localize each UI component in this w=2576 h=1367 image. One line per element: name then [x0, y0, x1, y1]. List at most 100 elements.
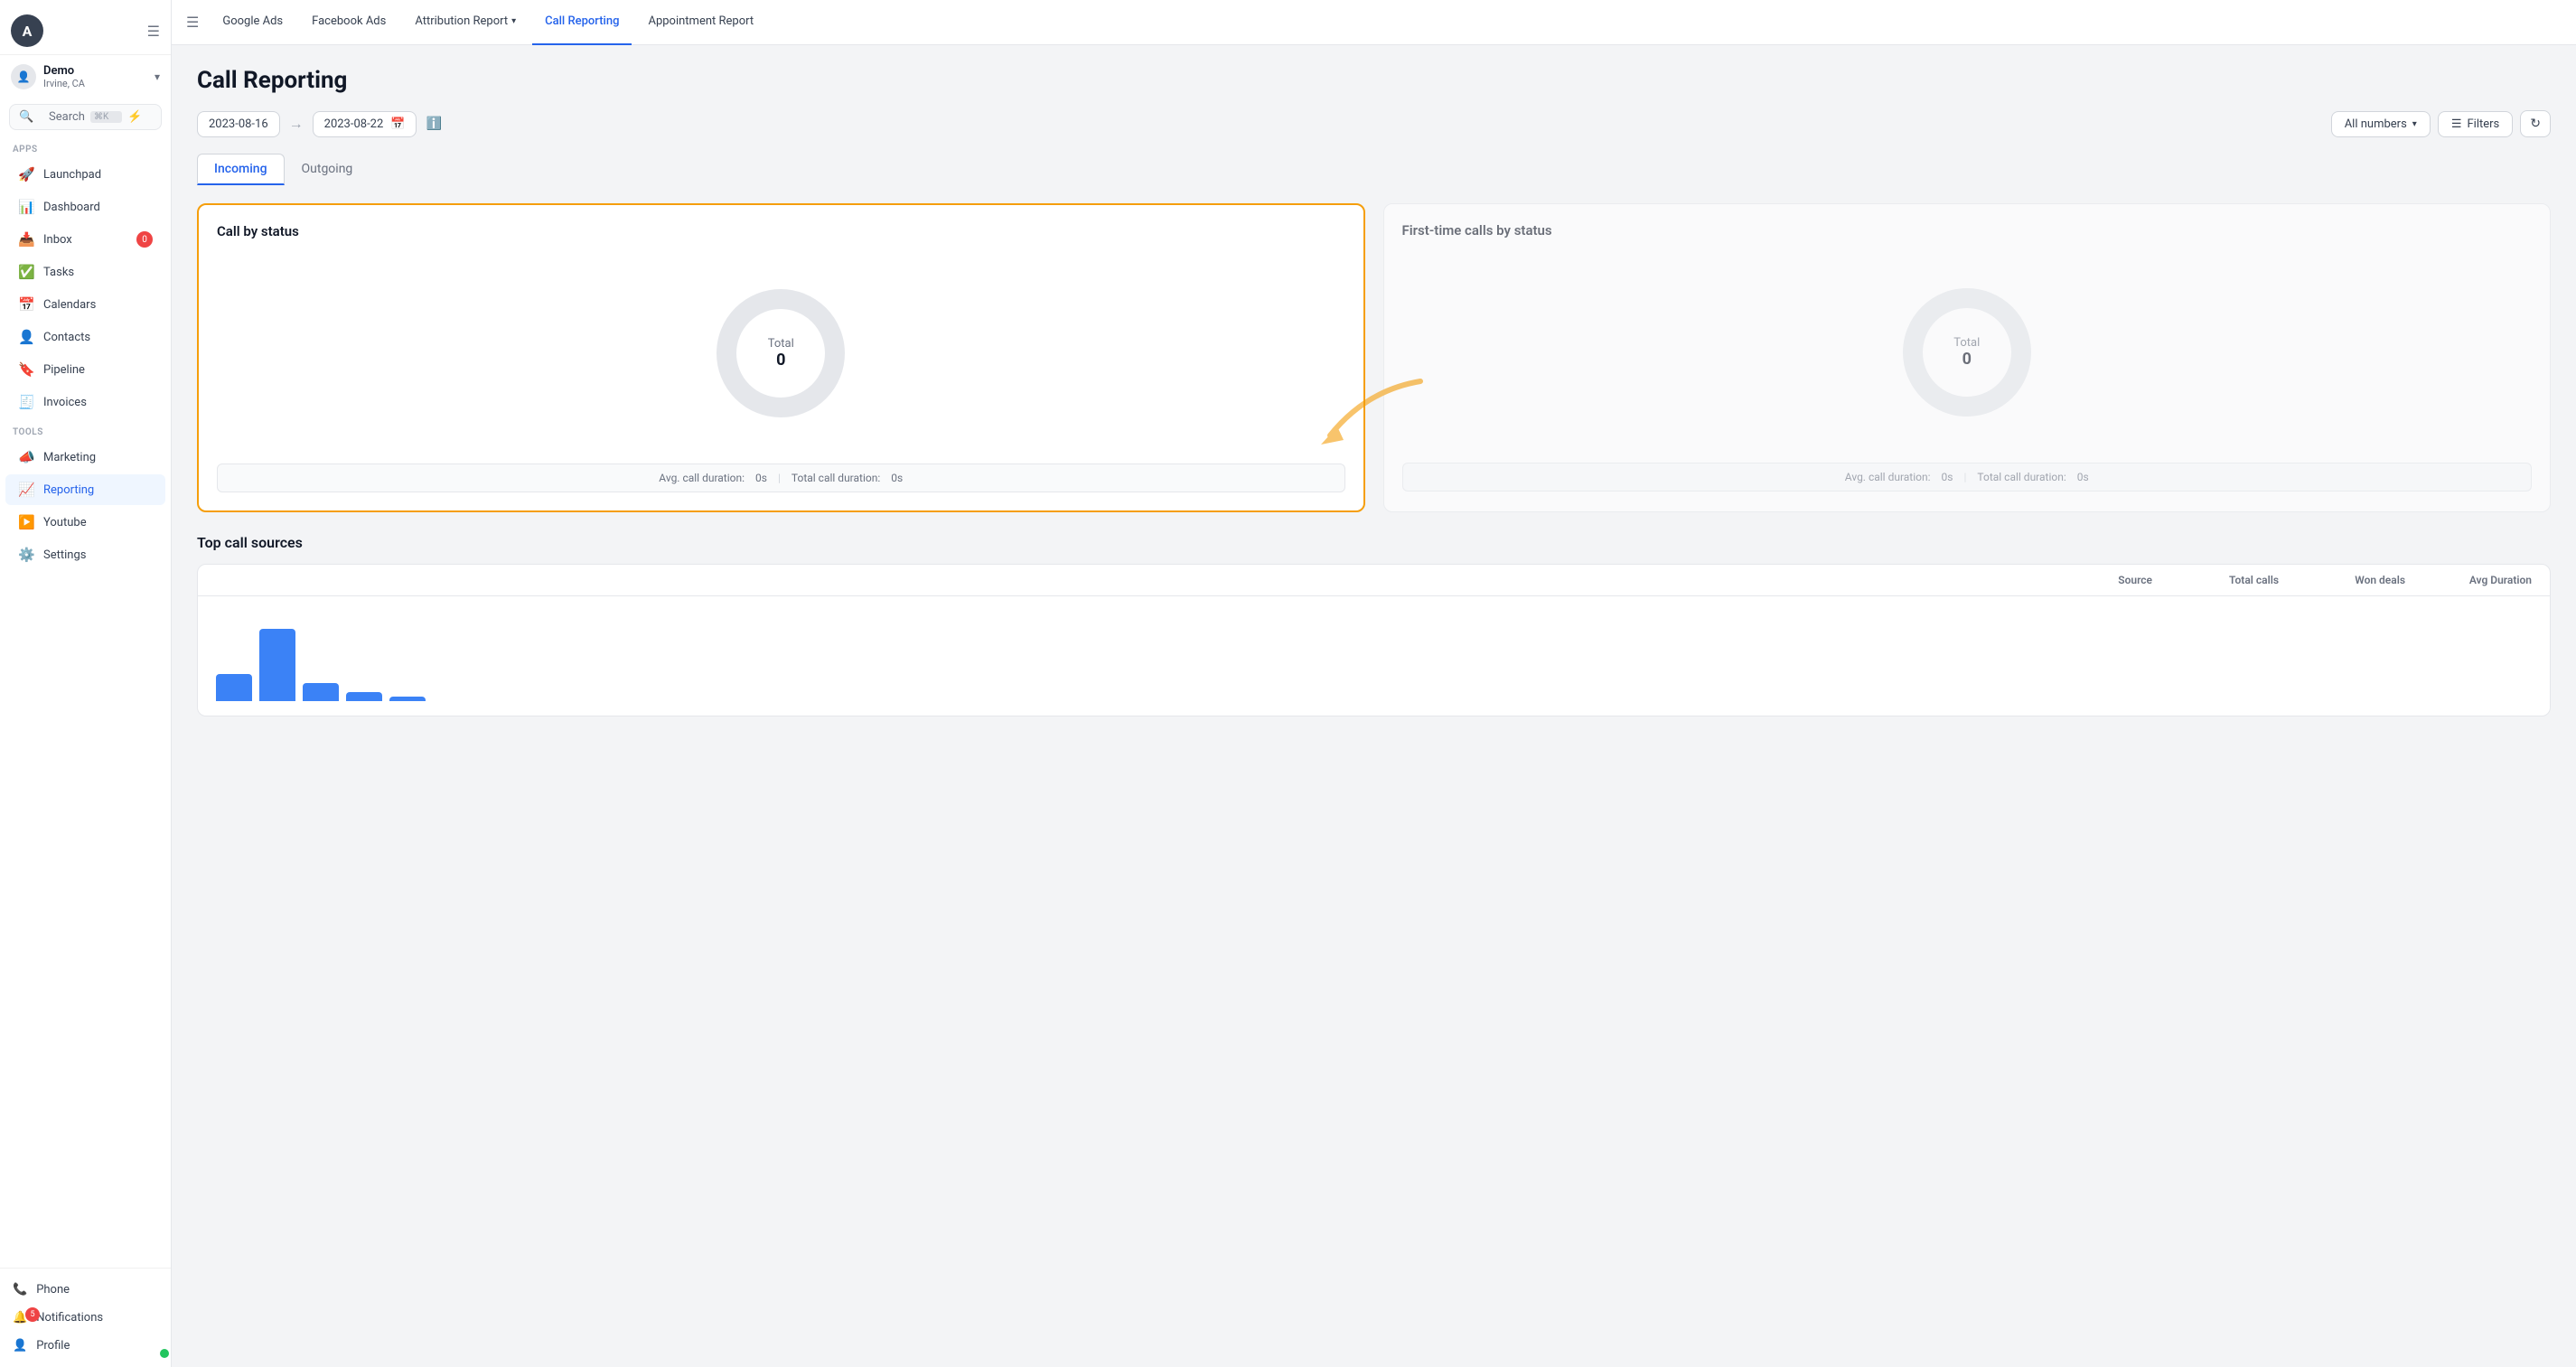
total-value: 0 [768, 351, 794, 370]
sidebar-item-label: Dashboard [43, 201, 100, 214]
topnav-appointment-report[interactable]: Appointment Report [635, 0, 766, 45]
call-by-status-title: Call by status [217, 223, 1345, 239]
sidebar-item-launchpad[interactable]: 🚀 Launchpad [5, 159, 165, 190]
topnav-call-reporting[interactable]: Call Reporting [532, 0, 632, 45]
donut-chart: Total 0 [708, 281, 853, 426]
tools-section-label: Tools [0, 418, 171, 441]
avg-duration-value: 0s [755, 472, 767, 484]
toolbar: 2023-08-16 → 2023-08-22 📅 ℹ️ All numbers… [197, 110, 2551, 137]
col-won-deals: Total calls [2152, 574, 2279, 586]
all-numbers-button[interactable]: All numbers ▾ [2331, 111, 2431, 137]
search-icon: 🔍 [19, 110, 43, 124]
call-by-status-card: Call by status Total 0 Avg. call duratio… [197, 203, 1365, 512]
sidebar-item-label: Contacts [43, 331, 90, 344]
sidebar-item-label: Launchpad [43, 168, 101, 182]
date-end-picker[interactable]: 2023-08-22 📅 [313, 111, 417, 137]
info-icon[interactable]: ℹ️ [426, 117, 441, 131]
phone-icon: 📞 [13, 1283, 27, 1297]
sidebar-item-invoices[interactable]: 🧾 Invoices [5, 387, 165, 417]
date-start-picker[interactable]: 2023-08-16 [197, 111, 280, 137]
chevron-down-icon: ▾ [511, 16, 516, 26]
footer-divider: | [1963, 471, 1966, 483]
online-indicator [160, 1349, 169, 1358]
sidebar-bottom-label: Notifications [36, 1311, 103, 1325]
topnav-attribution-report[interactable]: Attribution Report ▾ [402, 0, 529, 45]
pipeline-icon: 🔖 [18, 361, 34, 378]
calendars-icon: 📅 [18, 296, 34, 313]
sidebar-item-pipeline[interactable]: 🔖 Pipeline [5, 354, 165, 385]
hamburger-icon[interactable]: ☰ [186, 14, 199, 31]
sidebar-item-calendars[interactable]: 📅 Calendars [5, 289, 165, 320]
tab-incoming[interactable]: Incoming [197, 154, 285, 185]
donut-label: Total 0 [768, 337, 794, 370]
top-call-sources-title: Top call sources [197, 534, 2551, 551]
inbox-badge: 0 [136, 231, 153, 248]
account-name: Demo [43, 64, 85, 78]
col-total-calls: Source [2026, 574, 2152, 586]
account-info: Demo Irvine, CA [43, 64, 85, 89]
account-location: Irvine, CA [43, 78, 85, 89]
sidebar-bottom: 📞 Phone 🔔 5 Notifications 👤 Profile [0, 1268, 171, 1367]
youtube-icon: ▶️ [18, 514, 34, 530]
sidebar-item-notifications[interactable]: 🔔 5 Notifications [0, 1304, 171, 1332]
first-time-donut-chart: Total 0 [1895, 280, 2039, 425]
tab-outgoing[interactable]: Outgoing [285, 154, 370, 185]
sidebar-item-inbox[interactable]: 📥 Inbox 0 [5, 224, 165, 255]
dashboard-icon: 📊 [18, 199, 34, 215]
total-text: Total [768, 337, 794, 351]
sources-table-header: Source Total calls Won deals Avg Duratio… [198, 565, 2550, 596]
page-title: Call Reporting [197, 67, 2551, 94]
sidebar-item-tasks[interactable]: ✅ Tasks [5, 257, 165, 287]
sidebar-item-label: Tasks [43, 266, 74, 279]
sidebar-toggle-icon[interactable]: ☰ [147, 23, 160, 40]
sidebar-item-label: Marketing [43, 451, 96, 464]
donut-chart-wrapper: Total 0 [217, 254, 1345, 453]
lightning-icon: ⚡ [127, 110, 152, 124]
first-time-donut-label: Total 0 [1953, 336, 1980, 369]
sidebar-item-profile[interactable]: 👤 Profile [0, 1332, 171, 1360]
first-time-avg-duration-value: 0s [1942, 471, 1953, 483]
sidebar-item-youtube[interactable]: ▶️ Youtube [5, 507, 165, 538]
sidebar-item-label: Inbox [43, 233, 72, 247]
launchpad-icon: 🚀 [18, 166, 34, 183]
sidebar-item-label: Invoices [43, 396, 87, 409]
sidebar-account[interactable]: 👤 Demo Irvine, CA ▾ [0, 55, 171, 98]
sidebar-item-settings[interactable]: ⚙️ Settings [5, 539, 165, 570]
first-time-avg-duration-label: Avg. call duration: [1845, 471, 1931, 483]
top-navigation: ☰ Google Ads Facebook Ads Attribution Re… [172, 0, 2576, 45]
search-shortcut: ⌘K [90, 111, 122, 123]
sidebar-search[interactable]: 🔍 Search ⌘K ⚡ [9, 104, 162, 130]
bar-3 [303, 683, 339, 701]
sources-card: Source Total calls Won deals Avg Duratio… [197, 564, 2551, 716]
col-extra: Avg Duration [2405, 574, 2532, 586]
sidebar-item-marketing[interactable]: 📣 Marketing [5, 442, 165, 473]
toolbar-right: All numbers ▾ ☰ Filters ↻ [2331, 110, 2551, 137]
sidebar-item-reporting[interactable]: 📈 Reporting [5, 474, 165, 505]
total-duration-value: 0s [891, 472, 903, 484]
sidebar-item-label: Youtube [43, 516, 87, 529]
invoices-icon: 🧾 [18, 394, 34, 410]
filters-label: Filters [2467, 117, 2499, 131]
sidebar-item-contacts[interactable]: 👤 Contacts [5, 322, 165, 352]
profile-icon: 👤 [13, 1339, 27, 1353]
notifications-badge: 5 [25, 1307, 40, 1322]
sidebar-item-label: Pipeline [43, 363, 85, 377]
sidebar: A ☰ 👤 Demo Irvine, CA ▾ 🔍 Search ⌘K ⚡ Ap… [0, 0, 172, 1367]
top-call-sources-section: Top call sources Source Total calls Won … [197, 534, 2551, 716]
bar-5 [389, 697, 426, 701]
topnav-facebook-ads[interactable]: Facebook Ads [299, 0, 398, 45]
tasks-icon: ✅ [18, 264, 34, 280]
main-content: ☰ Google Ads Facebook Ads Attribution Re… [172, 0, 2576, 1367]
sidebar-item-phone[interactable]: 📞 Phone [0, 1276, 171, 1304]
account-chevron-icon: ▾ [155, 70, 160, 83]
first-time-calls-footer: Avg. call duration: 0s | Total call dura… [1402, 463, 2533, 492]
filters-button[interactable]: ☰ Filters [2438, 111, 2513, 137]
bar-chart-area [216, 611, 2532, 701]
refresh-button[interactable]: ↻ [2520, 110, 2551, 137]
account-icon: 👤 [11, 64, 36, 89]
call-by-status-footer: Avg. call duration: 0s | Total call dura… [217, 463, 1345, 492]
sidebar-item-dashboard[interactable]: 📊 Dashboard [5, 192, 165, 222]
col-avg-duration: Won deals [2279, 574, 2405, 586]
topnav-google-ads[interactable]: Google Ads [210, 0, 295, 45]
sources-table-body [198, 596, 2550, 716]
